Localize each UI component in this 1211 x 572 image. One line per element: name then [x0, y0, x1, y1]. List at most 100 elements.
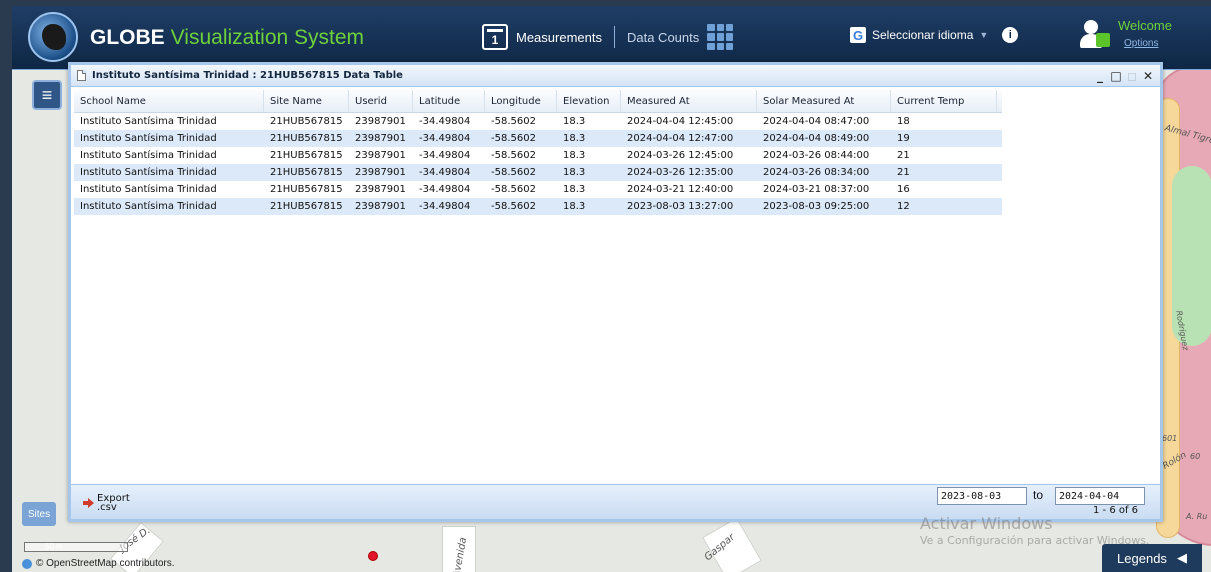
cell-elevation: 18.3: [563, 201, 586, 212]
window-titlebar[interactable]: Instituto Santísima Trinidad : 21HUB5678…: [71, 65, 1160, 87]
column-header-current-temp[interactable]: Current Temp: [891, 90, 997, 112]
cell-measured-at: 2024-03-26 12:45:00: [627, 150, 734, 161]
map-street-label: 60: [1190, 452, 1201, 461]
cell-latitude: -34.49804: [419, 116, 471, 127]
legends-label: Legends: [1117, 550, 1167, 566]
cell-site-name: 21HUB567815: [270, 201, 343, 212]
date-to-input[interactable]: [1055, 487, 1145, 505]
cell-site-name: 21HUB567815: [270, 167, 343, 178]
cell-solar-measured-at: 2024-03-21 08:37:00: [763, 184, 870, 195]
cell-measured-at: 2024-03-21 12:40:00: [627, 184, 734, 195]
globe-logo-icon[interactable]: [28, 12, 78, 62]
sites-tab[interactable]: Sites: [22, 502, 56, 526]
info-icon[interactable]: i: [1002, 27, 1019, 43]
table-row[interactable]: Instituto Santísima Trinidad 21HUB567815…: [74, 198, 1002, 215]
table-header: School Name Site Name Userid Latitude Lo…: [74, 90, 1002, 113]
cell-longitude: -58.5602: [491, 133, 536, 144]
cell-userid: 23987901: [355, 133, 406, 144]
cell-longitude: -58.5602: [491, 116, 536, 127]
google-translate-icon: G: [850, 27, 866, 43]
column-header-school-name[interactable]: School Name: [74, 90, 264, 112]
language-selector[interactable]: G Seleccionar idioma ▼ i: [850, 27, 1019, 43]
data-counts-icon[interactable]: [707, 24, 734, 50]
app-title: GLOBE Visualization System: [90, 26, 364, 50]
table-row[interactable]: Instituto Santísima Trinidad 21HUB567815…: [74, 147, 1002, 164]
window-title: Instituto Santísima Trinidad : 21HUB5678…: [92, 70, 403, 81]
column-header-longitude[interactable]: Longitude: [485, 90, 557, 112]
column-header-solar-measured-at[interactable]: Solar Measured At: [757, 90, 891, 112]
cell-solar-measured-at: 2024-03-26 08:34:00: [763, 167, 870, 178]
date-to-label: to: [1033, 488, 1044, 502]
date-from-input[interactable]: [937, 487, 1027, 505]
table-row[interactable]: Instituto Santísima Trinidad 21HUB567815…: [74, 113, 1002, 130]
cell-userid: 23987901: [355, 184, 406, 195]
cell-current-temp: 19: [897, 133, 910, 144]
cell-measured-at: 2023-08-03 13:27:00: [627, 201, 734, 212]
cell-current-temp: 18: [897, 116, 910, 127]
table-row[interactable]: Instituto Santísima Trinidad 21HUB567815…: [74, 164, 1002, 181]
cell-school-name: Instituto Santísima Trinidad: [80, 201, 217, 212]
cell-longitude: -58.5602: [491, 184, 536, 195]
cell-elevation: 18.3: [563, 133, 586, 144]
cell-longitude: -58.5602: [491, 150, 536, 161]
top-header: GLOBE Visualization System 1 Measurements…: [12, 6, 1211, 70]
cell-school-name: Instituto Santísima Trinidad: [80, 167, 217, 178]
cell-current-temp: 21: [897, 167, 910, 178]
calendar-icon[interactable]: 1: [482, 24, 508, 50]
column-header-measured-at[interactable]: Measured At: [621, 90, 757, 112]
app-viewport: José D. Avenida Gaspar Almal Tigre Rodrí…: [12, 6, 1211, 572]
restore-button[interactable]: ◻: [1126, 69, 1138, 83]
data-table: School Name Site Name Userid Latitude Lo…: [74, 90, 1002, 215]
cell-longitude: -58.5602: [491, 167, 536, 178]
map-street-label: A. Ru: [1186, 512, 1208, 521]
cell-measured-at: 2024-03-26 12:35:00: [627, 167, 734, 178]
data-counts-link[interactable]: Data Counts: [627, 30, 699, 45]
cell-school-name: Instituto Santísima Trinidad: [80, 133, 217, 144]
cell-userid: 23987901: [355, 150, 406, 161]
column-header-elevation[interactable]: Elevation: [557, 90, 621, 112]
cell-measured-at: 2024-04-04 12:47:00: [627, 133, 734, 144]
minimize-button[interactable]: _: [1094, 69, 1106, 83]
cell-current-temp: 21: [897, 150, 910, 161]
cell-site-name: 21HUB567815: [270, 133, 343, 144]
cell-measured-at: 2024-04-04 12:45:00: [627, 116, 734, 127]
layers-icon[interactable]: ≡: [32, 80, 62, 110]
nav-divider: [613, 26, 615, 48]
column-header-userid[interactable]: Userid: [349, 90, 413, 112]
options-link[interactable]: Options: [1124, 38, 1158, 49]
close-button[interactable]: ✕: [1142, 69, 1154, 83]
measurements-link[interactable]: Measurements: [516, 30, 602, 45]
cell-userid: 23987901: [355, 167, 406, 178]
cell-solar-measured-at: 2023-08-03 09:25:00: [763, 201, 870, 212]
table-row[interactable]: Instituto Santísima Trinidad 21HUB567815…: [74, 130, 1002, 147]
map-marker[interactable]: [368, 551, 378, 561]
cell-current-temp: 16: [897, 184, 910, 195]
user-lock-icon[interactable]: [1080, 20, 1110, 50]
column-header-latitude[interactable]: Latitude: [413, 90, 485, 112]
cell-school-name: Instituto Santísima Trinidad: [80, 116, 217, 127]
cell-elevation: 18.3: [563, 184, 586, 195]
cell-solar-measured-at: 2024-04-04 08:47:00: [763, 116, 870, 127]
maximize-button[interactable]: □: [1110, 69, 1122, 83]
window-controls: _ □ ◻ ✕: [1094, 69, 1160, 83]
cell-elevation: 18.3: [563, 167, 586, 178]
calendar-day: 1: [491, 33, 499, 47]
map-attribution: © OpenStreetMap contributors.: [22, 558, 175, 569]
cell-longitude: -58.5602: [491, 201, 536, 212]
export-sub-label: .csv: [97, 502, 117, 513]
cell-site-name: 21HUB567815: [270, 116, 343, 127]
cell-site-name: 21HUB567815: [270, 184, 343, 195]
windows-activation-watermark: Activar Windows: [920, 514, 1053, 533]
export-csv-button[interactable]: Export .csv: [83, 494, 130, 513]
scale-bar: 50 m: [24, 542, 128, 552]
attribution-text[interactable]: © OpenStreetMap contributors.: [36, 558, 175, 569]
cell-latitude: -34.49804: [419, 201, 471, 212]
table-row[interactable]: Instituto Santísima Trinidad 21HUB567815…: [74, 181, 1002, 198]
cell-elevation: 18.3: [563, 150, 586, 161]
legends-button[interactable]: Legends ◀: [1102, 544, 1202, 572]
column-header-site-name[interactable]: Site Name: [264, 90, 349, 112]
cell-userid: 23987901: [355, 116, 406, 127]
pagination-info: 1 - 6 of 6: [1093, 505, 1139, 516]
chevron-down-icon: ▼: [979, 30, 989, 40]
welcome-text: Welcome: [1118, 18, 1172, 33]
